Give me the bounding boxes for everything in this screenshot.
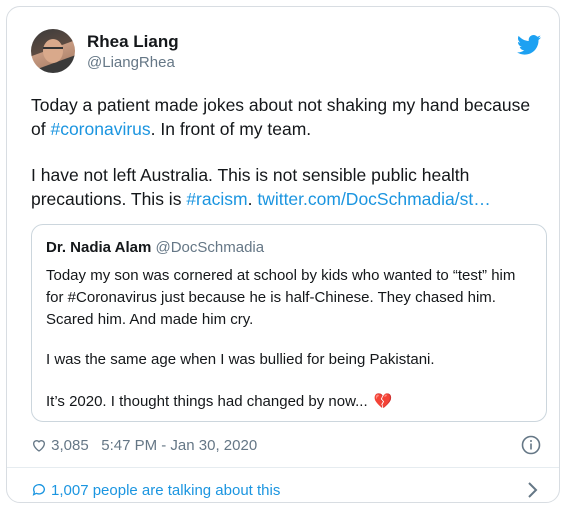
conversation-link[interactable]: 1,007 people are talking about this: [31, 482, 280, 499]
chevron-right-icon[interactable]: [527, 481, 539, 499]
conversation-text: 1,007 people are talking about this: [51, 482, 281, 499]
tweet-paragraph-2: I have not left Australia. This is not s…: [31, 163, 541, 211]
like-count[interactable]: 3,085: [51, 437, 89, 454]
tweet-meta: 3,085 5:47 PM - Jan 30, 2020: [31, 437, 257, 454]
chat-bubble-icon: [32, 484, 45, 496]
quoted-text: It’s 2020. I thought things had changed …: [46, 393, 368, 410]
quoted-tweet-url-link[interactable]: twitter.com/DocSchmadia/st…: [257, 189, 490, 209]
divider: [7, 467, 559, 468]
quoted-author-name: Dr. Nadia Alam: [46, 239, 152, 256]
broken-heart-emoji: 💔: [373, 393, 393, 410]
hashtag-racism-link[interactable]: #racism: [186, 189, 247, 209]
quoted-author: Dr. Nadia Alam @DocSchmadia: [46, 239, 264, 256]
author-name[interactable]: Rhea Liang: [87, 32, 179, 52]
quoted-author-handle: @DocSchmadia: [155, 239, 265, 256]
avatar[interactable]: [31, 29, 75, 73]
info-icon[interactable]: [521, 435, 541, 455]
embedded-tweet-card: Rhea Liang @LiangRhea Today a patient ma…: [6, 6, 560, 503]
quoted-paragraph-2: I was the same age when I was bullied fo…: [46, 351, 435, 368]
tweet-paragraph-1: Today a patient made jokes about not sha…: [31, 93, 541, 141]
tweet-text: . In front of my team.: [150, 119, 312, 139]
quoted-paragraph-1: Today my son was cornered at school by k…: [46, 267, 516, 328]
twitter-bird-icon[interactable]: [517, 35, 541, 55]
quoted-tweet[interactable]: Dr. Nadia Alam @DocSchmadia Today my son…: [31, 224, 547, 422]
hashtag-coronavirus-link[interactable]: #coronavirus: [50, 119, 150, 139]
tweet-text: .: [247, 189, 258, 209]
heart-icon[interactable]: [31, 437, 47, 453]
author-handle[interactable]: @LiangRhea: [87, 54, 175, 71]
quoted-paragraph-3: It’s 2020. I thought things had changed …: [46, 391, 536, 413]
timestamp[interactable]: 5:47 PM - Jan 30, 2020: [101, 437, 257, 454]
